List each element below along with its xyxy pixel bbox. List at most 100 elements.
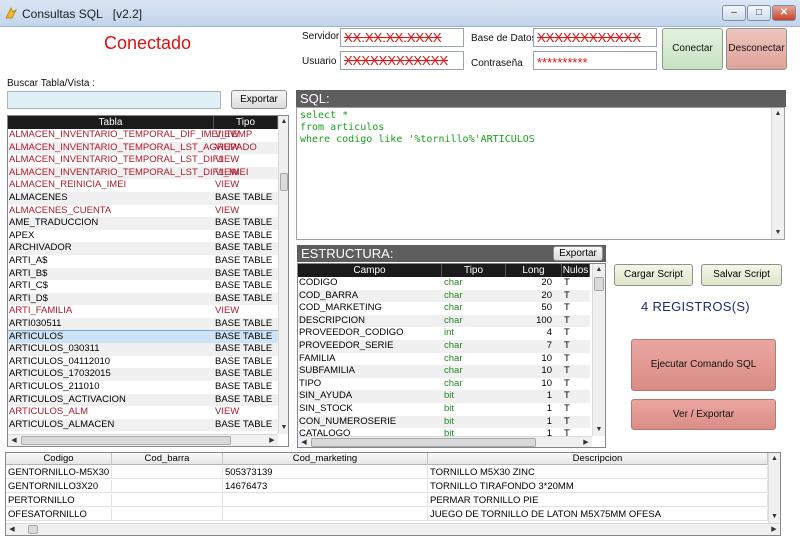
table-row[interactable]: ARTICULOS_17032015 BASE TABLE <box>8 368 278 381</box>
structure-row[interactable]: CON_NUMEROSERIE bit 1 T <box>298 415 590 429</box>
structure-row[interactable]: SIN_AYUDA bit 1 T <box>298 390 590 403</box>
tables-grid[interactable]: Tabla Tipo ALMACEN_INVENTARIO_TEMPORAL_D… <box>7 115 289 447</box>
table-row[interactable]: ARTICULOS_ALM VIEW <box>8 406 278 419</box>
password-field[interactable]: ********** <box>533 51 657 70</box>
table-row[interactable]: ALMACENES BASE TABLE <box>8 192 278 205</box>
table-type: BASE TABLE <box>215 192 273 203</box>
table-row[interactable]: ALMACENES_CUENTA VIEW <box>8 205 278 218</box>
scroll-left-icon[interactable]: ◀ <box>298 437 310 447</box>
table-row[interactable]: ALMACEN_INVENTARIO_TEMPORAL_DIF_IMEI_TEM… <box>8 129 278 142</box>
load-script-button[interactable]: Cargar Script <box>614 264 693 286</box>
result-row[interactable]: PERTORNILLO PERMAR TORNILLO PIE <box>6 494 768 507</box>
column-header-codigo[interactable]: Codigo <box>6 453 112 465</box>
scroll-right-icon[interactable]: ▶ <box>266 435 278 446</box>
table-row[interactable]: ARTI_B$ BASE TABLE <box>8 267 278 281</box>
scroll-thumb[interactable] <box>280 173 288 191</box>
table-row[interactable]: ARTICULOS_ALMACEN BASE TABLE <box>8 418 278 432</box>
field-name: PROVEEDOR_CODIGO <box>299 327 404 339</box>
structure-vscroll[interactable]: ▲ ▼ <box>592 264 605 436</box>
table-row[interactable]: ARTI_FAMILIA VIEW <box>8 305 278 318</box>
column-header-nulos[interactable]: Nulos <box>562 264 590 277</box>
connect-button[interactable]: Conectar <box>662 28 723 70</box>
structure-row[interactable]: PROVEEDOR_SERIE char 7 T <box>298 340 590 353</box>
scroll-down-icon[interactable]: ▼ <box>279 422 288 434</box>
column-header-tipo[interactable]: Tipo <box>214 116 278 129</box>
structure-row[interactable]: SUBFAMILIA char 10 T <box>298 365 590 378</box>
structure-row[interactable]: TIPO char 10 T <box>298 378 590 391</box>
scroll-up-icon[interactable]: ▲ <box>279 116 288 128</box>
table-row[interactable]: ALMACEN_INVENTARIO_TEMPORAL_LST_AGRUPADO… <box>8 141 278 155</box>
save-script-button[interactable]: Salvar Script <box>701 264 782 286</box>
table-row[interactable]: ARTI030511 BASE TABLE <box>8 318 278 331</box>
execute-sql-button[interactable]: Ejecutar Comando SQL <box>631 339 776 391</box>
structure-row[interactable]: COD_BARRA char 20 T <box>298 289 590 303</box>
tables-hscroll[interactable]: ◀ ▶ <box>8 434 278 446</box>
result-row[interactable]: GENTORNILLO3X20 14676473 TORNILLO TIRAFOND… <box>6 480 768 493</box>
sql-vscroll[interactable]: ▲ ▼ <box>771 108 784 239</box>
scroll-left-icon[interactable]: ◀ <box>8 435 20 446</box>
scroll-thumb[interactable] <box>21 436 231 445</box>
table-row[interactable]: ARTICULOS_030311 BASE TABLE <box>8 343 278 356</box>
scroll-thumb[interactable] <box>311 438 536 447</box>
table-row[interactable]: ARTI_A$ BASE TABLE <box>8 255 278 268</box>
scroll-up-icon[interactable]: ▲ <box>772 108 784 120</box>
column-header-cod-barra[interactable]: Cod_barra <box>112 453 223 465</box>
table-row[interactable]: ALMACEN_INVENTARIO_TEMPORAL_LST_DIF1_IME… <box>8 166 278 180</box>
disconnect-button[interactable]: Desconectar <box>726 28 787 70</box>
table-row[interactable]: APEX BASE TABLE <box>8 230 278 243</box>
column-header-cod-marketing[interactable]: Cod_marketing <box>223 453 428 465</box>
table-row[interactable]: ARTI_D$ BASE TABLE <box>8 292 278 306</box>
column-header-descripcion[interactable]: Descripcion <box>428 453 768 465</box>
table-row[interactable]: ARCHIVADOR BASE TABLE <box>8 242 278 255</box>
scroll-down-icon[interactable]: ▼ <box>769 511 780 523</box>
structure-row[interactable]: CODIGO char 20 T <box>298 277 590 290</box>
structure-row[interactable]: SIN_STOCK bit 1 T <box>298 403 590 416</box>
results-hscroll[interactable]: ◀ ▶ <box>6 523 780 535</box>
scroll-right-icon[interactable]: ▶ <box>580 437 592 447</box>
result-row[interactable]: OFESATORNILLO JUEGO DE TORNILLO DE LATON … <box>6 508 768 521</box>
minimize-button[interactable]: – <box>722 5 746 21</box>
structure-row[interactable]: DESCRIPCION char 100 T <box>298 314 590 328</box>
results-grid[interactable]: Codigo Cod_barra Cod_marketing Descripci… <box>5 452 781 536</box>
structure-row[interactable]: FAMILIA char 10 T <box>298 353 590 366</box>
column-header-tabla[interactable]: Tabla <box>8 116 214 129</box>
tables-vscroll[interactable]: ▲ ▼ <box>278 116 288 434</box>
table-type: BASE TABLE <box>215 229 273 241</box>
column-header-tipo[interactable]: Tipo <box>442 264 506 277</box>
scroll-down-icon[interactable]: ▼ <box>593 424 605 436</box>
table-row[interactable]: ARTICULOS BASE TABLE <box>8 329 279 345</box>
table-row[interactable]: ARTI_C$ BASE TABLE <box>8 280 278 293</box>
result-row[interactable]: GENTORNILLO-M5X30 505373139 TORNILLO M5X30… <box>6 466 768 479</box>
usuario-field[interactable]: XXXXXXXXXXXX <box>340 51 464 70</box>
column-header-campo[interactable]: Campo <box>298 264 442 277</box>
structure-hscroll[interactable]: ◀ ▶ <box>298 436 592 447</box>
table-row[interactable]: ALMACEN_REINICIA_IMEI VIEW <box>8 179 278 192</box>
table-row[interactable]: ARTICULOS_04112010 BASE TABLE <box>8 356 278 369</box>
servidor-field[interactable]: XX.XX.XX.XXXX <box>340 28 464 47</box>
search-input[interactable] <box>7 91 221 109</box>
close-button[interactable]: ✕ <box>772 5 796 21</box>
base-datos-field[interactable]: XXXXXXXXXXXX <box>533 28 657 47</box>
structure-grid[interactable]: Campo Tipo Long Nulos CODIGO char 20 T COD_B… <box>297 263 606 448</box>
scroll-right-icon[interactable]: ▶ <box>768 524 780 535</box>
column-header-long[interactable]: Long <box>506 264 562 277</box>
scroll-down-icon[interactable]: ▼ <box>772 227 784 239</box>
export-tables-button[interactable]: Exportar <box>231 90 287 109</box>
maximize-button[interactable]: □ <box>747 5 771 21</box>
scroll-left-icon[interactable]: ◀ <box>6 524 18 535</box>
table-row[interactable]: ARTICULOS_ACTIVACION BASE TABLE <box>8 393 278 407</box>
table-row[interactable]: AME_TRADUCCION BASE TABLE <box>8 217 278 230</box>
structure-row[interactable]: PROVEEDOR_CODIGO int 4 T <box>298 327 590 340</box>
view-export-button[interactable]: Ver / Exportar <box>631 399 776 430</box>
scroll-up-icon[interactable]: ▲ <box>593 264 605 276</box>
sql-editor[interactable]: select * from articulos where codigo lik… <box>296 107 785 240</box>
export-structure-button[interactable]: Exportar <box>553 246 603 261</box>
structure-row[interactable]: COD_MARKETING char 50 T <box>298 302 590 315</box>
scroll-up-icon[interactable]: ▲ <box>769 453 780 465</box>
results-vscroll[interactable]: ▲ ▼ <box>768 453 780 523</box>
scroll-thumb[interactable] <box>594 277 604 291</box>
scroll-thumb[interactable] <box>28 525 38 534</box>
table-row[interactable]: ALMACEN_INVENTARIO_TEMPORAL_LST_DIF1 VIEW <box>8 154 278 167</box>
table-row[interactable]: ARTICULOS_211010 BASE TABLE <box>8 381 278 394</box>
sql-text[interactable]: select * from articulos where codigo lik… <box>300 110 535 146</box>
